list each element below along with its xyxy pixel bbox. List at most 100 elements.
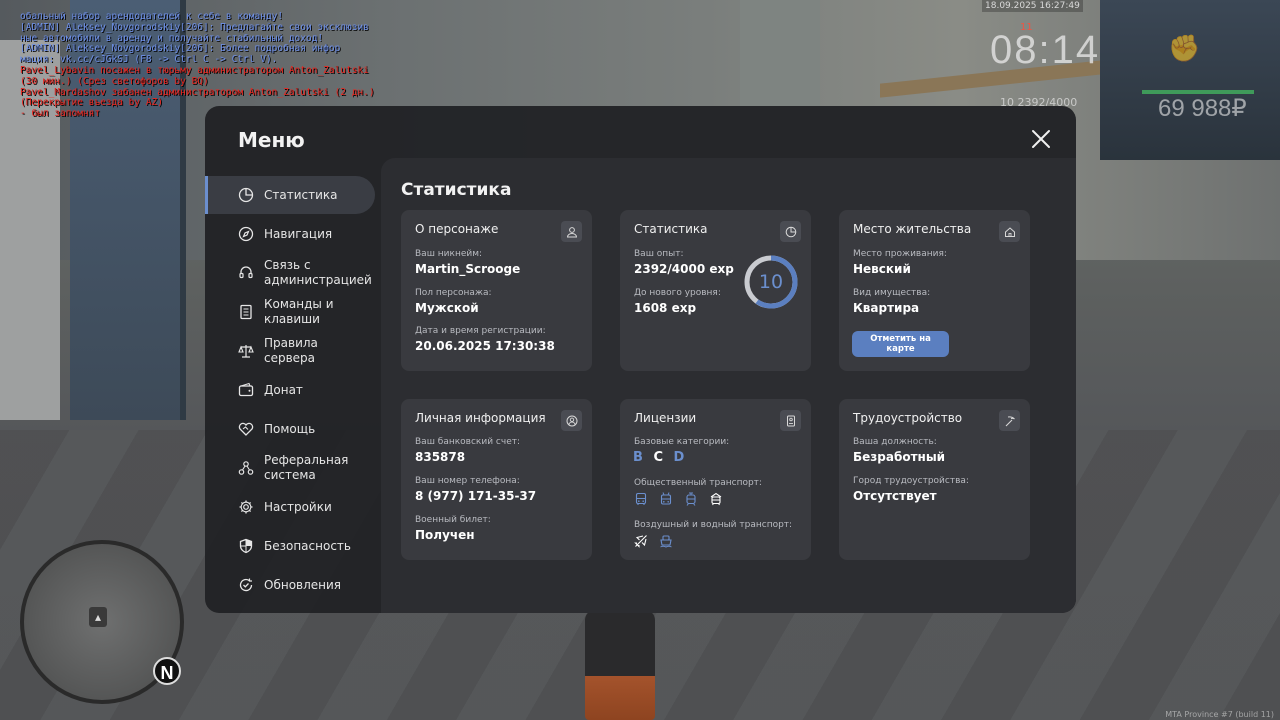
phone-label: Ваш номер телефона:	[415, 476, 520, 486]
nav-item-security[interactable]: Безопасность	[205, 527, 375, 565]
content-title: Статистика	[401, 180, 512, 200]
chat-line: обальный набор арендодателей к себе в ко…	[20, 12, 284, 22]
license-card-icon	[780, 410, 801, 431]
chat-log: обальный набор арендодателей к себе в ко…	[20, 12, 400, 120]
nav-item-updates[interactable]: Обновления	[205, 566, 375, 604]
air-water-transport-label: Воздушный и водный транспорт:	[634, 520, 793, 530]
chat-line: (30 мин.) (Срез светофоров by BQ)	[20, 76, 209, 87]
hud-datetime: 18.09.2025 16:27:49	[982, 0, 1083, 12]
menu-title: Меню	[238, 128, 305, 152]
public-transport-label: Общественный транспорт:	[634, 478, 762, 488]
card-title: О персонаже	[415, 222, 499, 236]
scene-pillar	[740, 0, 820, 110]
card-licenses: Лицензии Базовые категории: B C D Общест…	[620, 399, 811, 560]
card-residence: Место жительства Место проживания: Невск…	[839, 210, 1030, 371]
menu-modal: Меню Статистика Навигация Связь с админи…	[205, 106, 1076, 613]
card-character: О персонаже Ваш никнейм: Martin_Scrooge …	[401, 210, 592, 371]
headset-icon	[237, 264, 255, 282]
trolleybus-icon	[658, 491, 674, 507]
employment-city-value: Отсутствует	[853, 489, 937, 503]
base-categories-label: Базовые категории:	[634, 437, 730, 447]
nickname-label: Ваш никнейм:	[415, 249, 483, 259]
document-icon	[237, 303, 255, 321]
license-category-b: B	[633, 450, 643, 465]
server-footer: MTA Province #7 (build 11)	[1165, 710, 1274, 719]
pie-chart-icon	[780, 221, 801, 242]
nav-label: Безопасность	[264, 538, 351, 553]
card-personal-info: Личная информация Ваш банковский счет: 8…	[401, 399, 592, 560]
network-icon	[237, 459, 255, 477]
gender-label: Пол персонажа:	[415, 288, 492, 298]
license-category-d: D	[673, 450, 685, 465]
hud-money: 69 988₽	[1158, 95, 1247, 122]
card-title: Личная информация	[415, 411, 546, 425]
military-id-value: Получен	[415, 528, 475, 542]
chat-line: [ADMIN] Aleksey_Novgorodskiy[206]: Предл…	[20, 22, 369, 33]
nav-label: Обновления	[264, 577, 342, 592]
subway-icon	[708, 491, 724, 507]
employment-city-label: Город трудоустройства:	[853, 476, 969, 486]
property-type-value: Квартира	[853, 301, 920, 315]
north-icon: N	[153, 657, 181, 685]
user-circle-icon	[561, 410, 582, 431]
bus-icon	[633, 491, 649, 507]
nav-item-settings[interactable]: Настройки	[205, 488, 375, 526]
hud-clock: 08:14	[990, 28, 1101, 72]
public-transport-icons	[633, 491, 724, 507]
nav-label: Донат	[264, 382, 303, 397]
property-type-label: Вид имущества:	[853, 288, 931, 298]
scene-window	[1100, 0, 1280, 160]
card-statistics: Статистика Ваш опыт: 2392/4000 exp До но…	[620, 210, 811, 371]
chat-line: ные автомобили в аренду и получайте стаб…	[20, 33, 324, 44]
nav-item-statistics[interactable]: Статистика	[205, 176, 375, 214]
nav-label: Помощь	[264, 421, 316, 436]
card-title: Статистика	[634, 222, 708, 236]
nav-item-referral[interactable]: Реферальная система	[205, 449, 375, 487]
air-water-transport-icons	[633, 533, 674, 549]
nav-label: Навигация	[264, 226, 333, 241]
airplane-icon	[633, 533, 649, 549]
content-panel: Статистика О персонаже Ваш никнейм: Mart…	[381, 158, 1076, 613]
mark-on-map-button[interactable]: Отметить на карте	[852, 331, 949, 357]
nav-label: Правила сервера	[264, 336, 318, 365]
nav-item-contact-admin[interactable]: Связь с администрацией	[205, 254, 375, 292]
nav-item-rules[interactable]: Правила сервера	[205, 332, 375, 370]
card-title: Трудоустройство	[853, 411, 963, 425]
nav-label: Статистика	[264, 187, 338, 202]
license-category-c: C	[653, 450, 663, 465]
chat-line: Pavel_Lybavin посажен в тюрьму администр…	[20, 65, 369, 76]
gender-value: Мужской	[415, 301, 479, 315]
next-level-label: До нового уровня:	[634, 288, 721, 298]
registration-label: Дата и время регистрации:	[415, 326, 546, 336]
nav-label: Команды и клавиши	[264, 297, 334, 326]
exp-value: 2392/4000 exp	[634, 262, 734, 276]
heart-handshake-icon	[237, 420, 255, 438]
pickaxe-icon	[999, 410, 1020, 431]
pie-chart-icon	[237, 186, 255, 204]
tram-icon	[683, 491, 699, 507]
military-id-label: Военный билет:	[415, 515, 491, 525]
card-title: Лицензии	[634, 411, 697, 425]
registration-value: 20.06.2025 17:30:38	[415, 339, 555, 353]
bank-account-label: Ваш банковский счет:	[415, 437, 521, 447]
exp-label: Ваш опыт:	[634, 249, 684, 259]
home-icon	[999, 221, 1020, 242]
shield-icon	[237, 537, 255, 555]
position-value: Безработный	[853, 450, 946, 464]
fist-icon: ✊	[1168, 34, 1201, 64]
close-button[interactable]	[1030, 128, 1052, 150]
gear-icon	[237, 498, 255, 516]
nav-item-navigation[interactable]: Навигация	[205, 215, 375, 253]
ship-icon	[658, 533, 674, 549]
compass-icon	[237, 225, 255, 243]
next-level-value: 1608 exp	[634, 301, 697, 315]
chat-line: мация: vk.cc/cJGkSJ (F8 -> Ctrl C -> Ctr…	[20, 55, 278, 66]
nav-item-commands[interactable]: Команды и клавиши	[205, 293, 375, 331]
nav-item-help[interactable]: Помощь	[205, 410, 375, 448]
nav-item-donate[interactable]: Донат	[205, 371, 375, 409]
chat-line: [ADMIN] Aleksey_Novgorodskiy[206]: Более…	[20, 44, 341, 55]
nav-label: Связь с администрацией	[264, 258, 372, 287]
player-blip-icon: ▴	[89, 607, 107, 627]
level-value: 10	[758, 271, 784, 293]
wallet-icon	[237, 381, 255, 399]
